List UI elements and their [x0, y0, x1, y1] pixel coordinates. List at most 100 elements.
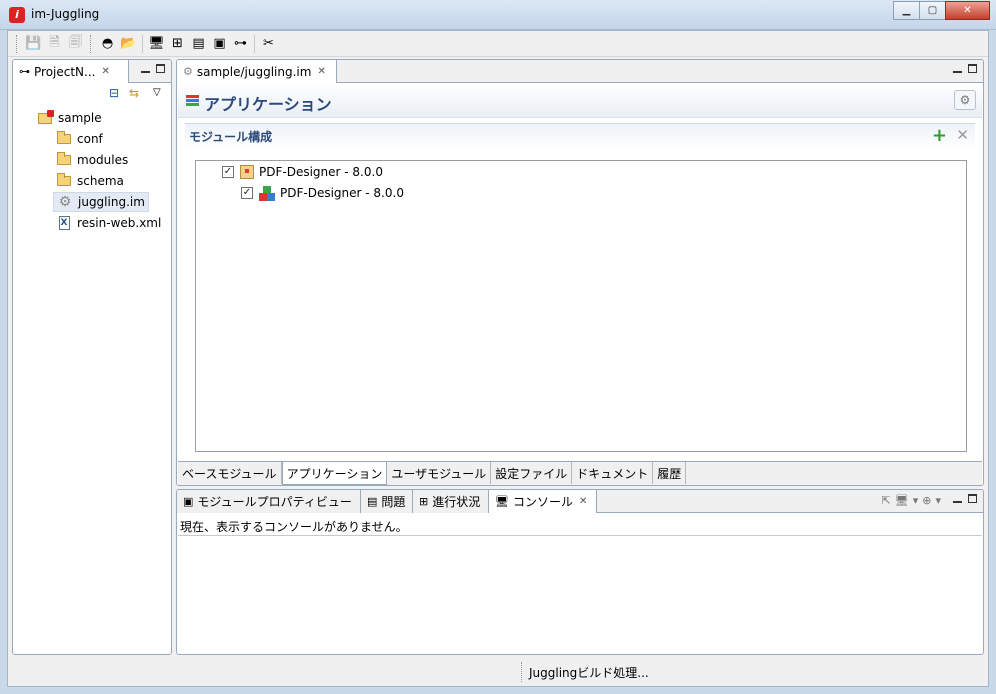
tree-item-label: modules	[77, 153, 129, 167]
open-project-icon[interactable]: 📂	[118, 34, 139, 54]
tree-item-juggling-im[interactable]: ⚙ juggling.im	[53, 192, 149, 212]
open-console-icon[interactable]: ⊕	[922, 494, 931, 507]
tab-document[interactable]: ドキュメント	[572, 462, 654, 484]
tab-application[interactable]: アプリケーション	[281, 462, 388, 485]
editor-title: アプリケーション	[204, 95, 332, 114]
close-tab-icon[interactable]: ✕	[579, 496, 587, 507]
pin-console-icon[interactable]: ⇱	[882, 494, 891, 507]
tab-label: ProjectN...	[34, 64, 96, 79]
tab-project-navigator[interactable]: ⊶ ProjectN... ✕	[13, 60, 129, 83]
folder-icon	[56, 152, 72, 167]
maximize-editor-button[interactable]	[968, 64, 977, 73]
tab-label: 進行状況	[432, 495, 481, 509]
folder-icon	[56, 173, 72, 188]
editor-panel: ⚙ sample/juggling.im ✕ アプリケーション ⚙ モジュール構…	[176, 59, 984, 486]
tab-progress[interactable]: ⊞ 進行状況	[413, 490, 489, 513]
collapse-all-icon[interactable]: ⊟	[109, 86, 119, 100]
tools-icon[interactable]: ✂	[258, 34, 279, 54]
tree-item-sample[interactable]: sample	[37, 108, 102, 128]
editor-header: アプリケーション ⚙	[178, 84, 982, 118]
bottom-view-controls	[953, 494, 977, 503]
maximize-button[interactable]: ▢	[919, 1, 946, 20]
minimize-view-button[interactable]	[141, 64, 150, 73]
server-icon[interactable]: 🖥	[146, 34, 167, 54]
module-label: PDF-Designer - 8.0.0	[280, 186, 404, 200]
xml-file-icon: X	[56, 216, 72, 230]
navigator-icon: ⊶	[19, 65, 30, 78]
editor-view-controls	[953, 64, 977, 73]
module-blocks-icon	[259, 185, 275, 201]
display-console-icon[interactable]: 🖥	[895, 494, 909, 507]
add-icon[interactable]: +	[932, 125, 947, 146]
view-menu-icon[interactable]: ▽	[153, 87, 161, 98]
open-console-dropdown-icon[interactable]: ▾	[935, 494, 941, 507]
console-icon: 🖥	[495, 495, 509, 508]
tree-item-label: schema	[77, 174, 124, 188]
module-section-header: モジュール構成 + ✕	[185, 123, 975, 149]
save-icon[interactable]: 💾	[23, 34, 44, 54]
application-icon	[186, 95, 199, 107]
module-row[interactable]: ✓ PDF-Designer - 8.0.0	[222, 162, 383, 182]
module-checkbox[interactable]: ✓	[241, 187, 253, 199]
editor-tabbar: ⚙ sample/juggling.im ✕	[177, 60, 983, 83]
tree-item-label: sample	[58, 111, 102, 125]
toolbar-grip[interactable]	[16, 34, 19, 53]
tree-item-modules[interactable]: modules	[56, 150, 128, 170]
minimize-bottom-button[interactable]	[953, 494, 962, 503]
console-message: 現在、表示するコンソールがありません。	[180, 520, 408, 534]
tree-item-label: juggling.im	[78, 195, 145, 209]
tab-module-property-view[interactable]: ▣ モジュールプロパティビュー	[177, 490, 361, 513]
main-toolbar: 💾 🗎 🗐 ◓ 📂 🖥 ⊞ ▤ ▣ ⊶ ✂	[8, 31, 988, 57]
maximize-bottom-button[interactable]	[968, 494, 977, 503]
tree-item-schema[interactable]: schema	[56, 171, 124, 191]
maximize-view-button[interactable]	[156, 64, 165, 73]
project-icon	[37, 109, 54, 125]
juggling-icon[interactable]: ◓	[97, 34, 118, 54]
display-dropdown-icon[interactable]: ▾	[913, 494, 919, 507]
close-tab-icon[interactable]: ✕	[101, 66, 109, 77]
workbench: 💾 🗎 🗐 ◓ 📂 🖥 ⊞ ▤ ▣ ⊶ ✂ ⊶ ProjectN... ✕ ⊟	[7, 30, 989, 687]
tree-item-label: resin-web.xml	[77, 216, 162, 230]
folder-icon	[56, 131, 72, 146]
status-separator	[521, 662, 522, 682]
toolbar-grip[interactable]	[90, 34, 93, 53]
image-icon[interactable]: ▣	[209, 34, 230, 54]
close-button[interactable]: ✕	[945, 1, 990, 20]
tab-problems[interactable]: ▤ 問題	[361, 490, 413, 513]
tab-base-module[interactable]: ベースモジュール	[178, 462, 282, 484]
minimize-editor-button[interactable]	[953, 64, 962, 73]
problems-icon: ▤	[367, 495, 378, 508]
status-bar: Jugglingビルド処理...	[8, 656, 988, 686]
tab-user-module[interactable]: ユーザモジュール	[387, 462, 492, 484]
minimize-button[interactable]: ▁	[893, 1, 920, 20]
tab-config-file[interactable]: 設定ファイル	[491, 462, 573, 484]
hierarchy-icon[interactable]: ⊶	[230, 34, 251, 54]
tab-console[interactable]: 🖥 コンソール ✕	[489, 490, 597, 513]
save-as-icon[interactable]: 🗎	[44, 34, 65, 54]
tab-label: モジュールプロパティビュー	[197, 495, 352, 509]
link-editor-icon[interactable]: ⇆	[129, 86, 139, 100]
remove-icon[interactable]: ✕	[956, 126, 969, 144]
save-all-icon[interactable]: 🗐	[65, 34, 86, 54]
section-title: モジュール構成	[189, 130, 273, 144]
bottom-views-panel: ▣ モジュールプロパティビュー ▤ 問題 ⊞ 進行状況 🖥 コンソール ✕ ⇱ …	[176, 489, 984, 655]
tab-label: sample/juggling.im	[196, 64, 312, 79]
toolbar-separator	[254, 34, 255, 53]
module-label: PDF-Designer - 8.0.0	[259, 165, 383, 179]
tree-item-conf[interactable]: conf	[56, 129, 103, 149]
window-controls: ▁ ▢ ✕	[893, 1, 990, 20]
module-row[interactable]: ✓ PDF-Designer - 8.0.0	[241, 183, 404, 203]
module-checkbox[interactable]: ✓	[222, 166, 234, 178]
navigator-tabbar: ⊶ ProjectN... ✕	[13, 60, 171, 83]
add-module-icon[interactable]: ⊞	[167, 34, 188, 54]
settings-gear-icon[interactable]: ⚙	[954, 90, 976, 110]
close-tab-icon[interactable]: ✕	[317, 66, 325, 77]
tab-juggling-im[interactable]: ⚙ sample/juggling.im ✕	[177, 60, 337, 83]
tree-item-resin-web-xml[interactable]: X resin-web.xml	[56, 213, 161, 233]
gear-file-icon: ⚙	[183, 65, 193, 78]
report-icon[interactable]: ▤	[188, 34, 209, 54]
package-icon	[240, 165, 254, 179]
window-title: im-Juggling	[31, 7, 100, 21]
toolbar-separator	[142, 34, 143, 53]
tab-history[interactable]: 履歴	[653, 462, 687, 484]
